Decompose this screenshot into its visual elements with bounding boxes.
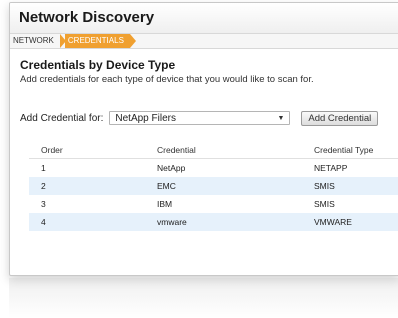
breadcrumb-item-credentials[interactable]: CREDENTIALS — [64, 34, 136, 48]
panel-reflection — [9, 278, 398, 318]
cell-order: 1 — [41, 163, 46, 173]
cell-credential-type: NETAPP — [314, 163, 348, 173]
cell-credential-type: SMIS — [302, 177, 398, 195]
cell-order: 2 — [29, 177, 145, 195]
table-header-row: Order Credential Credential Type — [29, 141, 398, 159]
table-row[interactable]: 3 IBM SMIS — [29, 195, 398, 213]
network-discovery-panel: Network Discovery NETWORK CREDENTIALS Cr… — [9, 2, 398, 276]
device-type-selected-value: NetApp Filers — [115, 112, 176, 124]
add-credential-row: Add Credential for: NetApp Filers ▼ Add … — [20, 110, 390, 126]
cell-credential: vmware — [145, 213, 302, 231]
table-row[interactable]: 2 EMC SMIS — [29, 177, 398, 195]
chevron-down-icon: ▼ — [277, 114, 285, 122]
section-title: Credentials by Device Type — [20, 58, 176, 72]
credentials-table: Order Credential Credential Type 1 NetAp… — [29, 141, 398, 231]
table-row[interactable]: 1 NetApp NETAPP — [29, 159, 398, 178]
device-type-select[interactable]: NetApp Filers ▼ — [109, 111, 291, 125]
cell-credential: EMC — [145, 177, 302, 195]
column-header-order[interactable]: Order — [29, 141, 145, 159]
section-description: Add credentials for each type of device … — [20, 74, 314, 85]
page-title: Network Discovery — [10, 3, 398, 34]
add-credential-label: Add Credential for: — [20, 112, 104, 124]
add-credential-button[interactable]: Add Credential — [301, 110, 379, 126]
breadcrumb-item-network[interactable]: NETWORK — [10, 34, 60, 48]
cell-credential: IBM — [157, 199, 173, 209]
breadcrumb: NETWORK CREDENTIALS — [10, 34, 398, 49]
cell-order: 4 — [29, 213, 145, 231]
column-header-credential[interactable]: Credential — [145, 141, 302, 159]
cell-credential: NetApp — [157, 163, 186, 173]
cell-credential-type: SMIS — [314, 199, 335, 209]
column-header-credential-type[interactable]: Credential Type — [302, 141, 398, 159]
cell-order: 3 — [41, 199, 46, 209]
cell-credential-type: VMWARE — [302, 213, 398, 231]
table-row[interactable]: 4 vmware VMWARE — [29, 213, 398, 231]
